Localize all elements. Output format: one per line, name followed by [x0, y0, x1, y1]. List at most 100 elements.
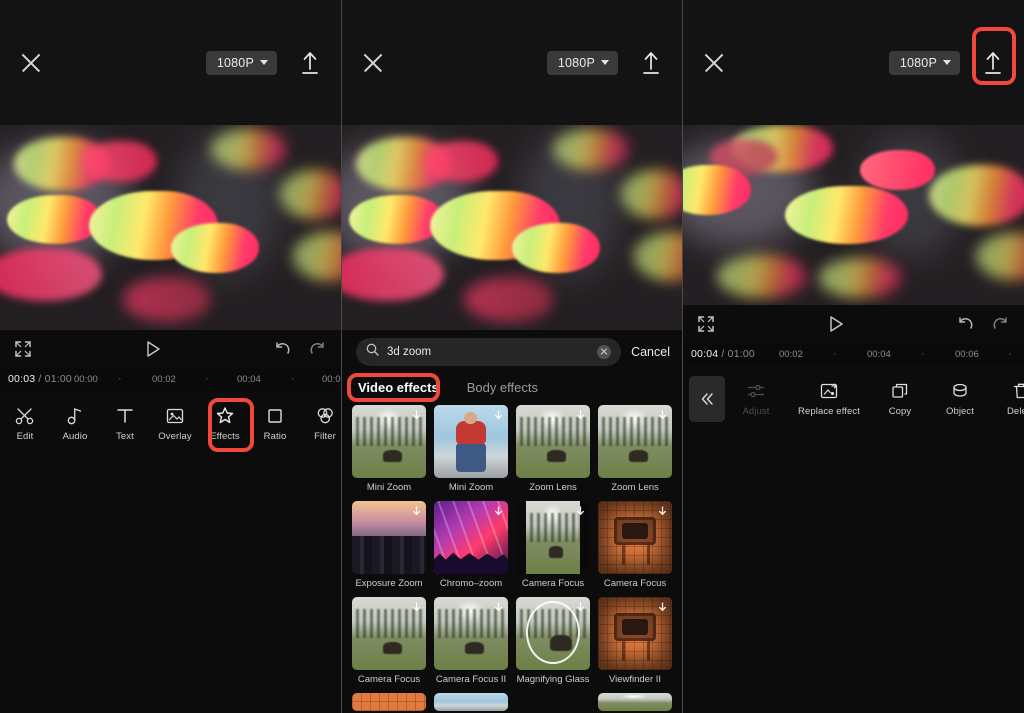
effect-item[interactable]: Camera Focus II: [434, 597, 508, 685]
replace-effect-icon: [820, 383, 838, 399]
clear-x-icon[interactable]: [597, 345, 612, 359]
video-preview-panel3[interactable]: [683, 125, 1024, 305]
tab-body-effects[interactable]: Body effects: [467, 380, 538, 395]
download-icon[interactable]: [575, 504, 586, 522]
download-icon[interactable]: [411, 408, 422, 426]
effect-item[interactable]: [516, 693, 590, 711]
download-icon[interactable]: [657, 408, 668, 426]
download-icon[interactable]: [493, 600, 504, 618]
fullscreen-icon[interactable]: [697, 315, 715, 333]
effect-name: Camera Focus: [603, 578, 667, 589]
redo-icon[interactable]: [309, 341, 327, 357]
effect-thumbnail[interactable]: [352, 501, 426, 574]
effect-item[interactable]: Viewfinder II: [598, 597, 672, 685]
undo-icon[interactable]: [273, 341, 291, 357]
tool-ratio[interactable]: Ratio: [250, 406, 300, 442]
effect-name: Camera Focus: [357, 674, 421, 685]
effect-item[interactable]: [598, 693, 672, 711]
panel-effect-applied: 1080P 00:04 / 01:00 00:02 · 00:04 · 00:0…: [682, 0, 1024, 713]
close-icon[interactable]: [18, 50, 44, 76]
effect-item[interactable]: [352, 693, 426, 711]
export-upload-icon[interactable]: [980, 49, 1006, 77]
tool-text[interactable]: Text: [100, 406, 150, 442]
download-icon[interactable]: [657, 600, 668, 618]
total-time: 01:00: [727, 348, 755, 360]
timeline-panel1[interactable]: 00:03 / 01:00 00:00 · 00:02 · 00:04 · 00…: [0, 368, 341, 390]
effects-grid[interactable]: Mini Zoom Mini Zoom Zoom Lens Zoom Lens …: [342, 405, 682, 711]
video-preview-panel1[interactable]: [0, 125, 341, 330]
effect-item[interactable]: Exposure Zoom: [352, 501, 426, 589]
effect-name: Magnifying Glass: [516, 674, 590, 685]
download-icon[interactable]: [493, 504, 504, 522]
search-input[interactable]: 3d zoom: [356, 338, 622, 366]
tool-filter[interactable]: Filter: [300, 406, 341, 442]
top-bar-panel3: 1080P: [683, 0, 1024, 125]
search-value[interactable]: 3d zoom: [387, 346, 589, 358]
effect-item[interactable]: Camera Focus: [352, 597, 426, 685]
search-icon: [366, 343, 379, 361]
effect-thumbnail[interactable]: [352, 597, 426, 670]
cancel-button[interactable]: Cancel: [631, 345, 670, 359]
close-icon[interactable]: [360, 50, 386, 76]
tool-audio[interactable]: Audio: [50, 406, 100, 442]
effect-thumbnail[interactable]: [598, 597, 672, 670]
tool-effects[interactable]: Effects: [200, 406, 250, 442]
play-icon[interactable]: [827, 315, 845, 333]
effect-thumbnail[interactable]: [434, 597, 508, 670]
resolution-button[interactable]: 1080P: [205, 50, 277, 75]
effect-thumbnail[interactable]: [598, 501, 672, 574]
effect-item[interactable]: [434, 693, 508, 711]
download-icon[interactable]: [411, 504, 422, 522]
effect-thumbnail[interactable]: [516, 597, 590, 670]
bottom-toolbar-panel1: Edit Audio Text Overlay Effects Ratio Fi…: [0, 390, 341, 458]
tool-edit[interactable]: Edit: [0, 406, 50, 442]
chevron-down-icon: [943, 60, 951, 65]
export-upload-icon[interactable]: [638, 49, 664, 77]
chevron-left-double-icon[interactable]: [689, 376, 725, 422]
effect-thumbnail[interactable]: [516, 501, 590, 574]
close-icon[interactable]: [701, 50, 727, 76]
effect-thumbnail[interactable]: [434, 405, 508, 478]
effect-thumbnail[interactable]: [352, 405, 426, 478]
export-upload-icon[interactable]: [297, 49, 323, 77]
effect-thumbnail[interactable]: [352, 693, 426, 711]
download-icon[interactable]: [575, 408, 586, 426]
effect-item[interactable]: Mini Zoom: [434, 405, 508, 493]
video-preview-panel2[interactable]: [342, 125, 682, 330]
effect-thumbnail[interactable]: [598, 405, 672, 478]
tool-copy[interactable]: Copy: [871, 381, 929, 417]
undo-icon[interactable]: [956, 316, 974, 332]
tool-object[interactable]: Object: [929, 381, 991, 417]
effect-thumbnail[interactable]: [434, 693, 508, 711]
play-icon[interactable]: [144, 340, 162, 358]
filter-circles-icon: [317, 408, 333, 424]
download-icon[interactable]: [657, 504, 668, 522]
effect-item[interactable]: Camera Focus: [598, 501, 672, 589]
effect-name: Exposure Zoom: [355, 578, 423, 589]
effect-item[interactable]: Chromo–zoom: [434, 501, 508, 589]
effect-thumbnail[interactable]: [516, 693, 590, 711]
tool-adjust[interactable]: Adjust: [725, 381, 787, 417]
effect-thumbnail[interactable]: [516, 405, 590, 478]
tool-delete[interactable]: Delete: [991, 381, 1024, 417]
effect-item[interactable]: Zoom Lens: [516, 405, 590, 493]
resolution-button[interactable]: 1080P: [546, 50, 618, 75]
tab-video-effects[interactable]: Video effects: [358, 380, 439, 395]
timeline-panel3[interactable]: 00:04 / 01:00 00:02 · 00:04 · 00:06 ·: [683, 343, 1024, 365]
tool-replace-effect[interactable]: Replace effect: [787, 381, 871, 417]
tool-label: Text: [116, 431, 134, 442]
effect-thumbnail[interactable]: [598, 693, 672, 711]
effect-item[interactable]: Zoom Lens: [598, 405, 672, 493]
effect-thumbnail[interactable]: [434, 501, 508, 574]
resolution-button[interactable]: 1080P: [888, 50, 960, 75]
effect-item[interactable]: Mini Zoom: [352, 405, 426, 493]
fullscreen-icon[interactable]: [14, 340, 32, 358]
effect-item[interactable]: Magnifying Glass: [516, 597, 590, 685]
ratio-square-icon: [268, 409, 282, 423]
redo-icon[interactable]: [992, 316, 1010, 332]
download-icon[interactable]: [411, 600, 422, 618]
tool-overlay[interactable]: Overlay: [150, 406, 200, 442]
download-icon[interactable]: [493, 408, 504, 426]
effect-item[interactable]: Camera Focus: [516, 501, 590, 589]
download-icon[interactable]: [575, 600, 586, 618]
